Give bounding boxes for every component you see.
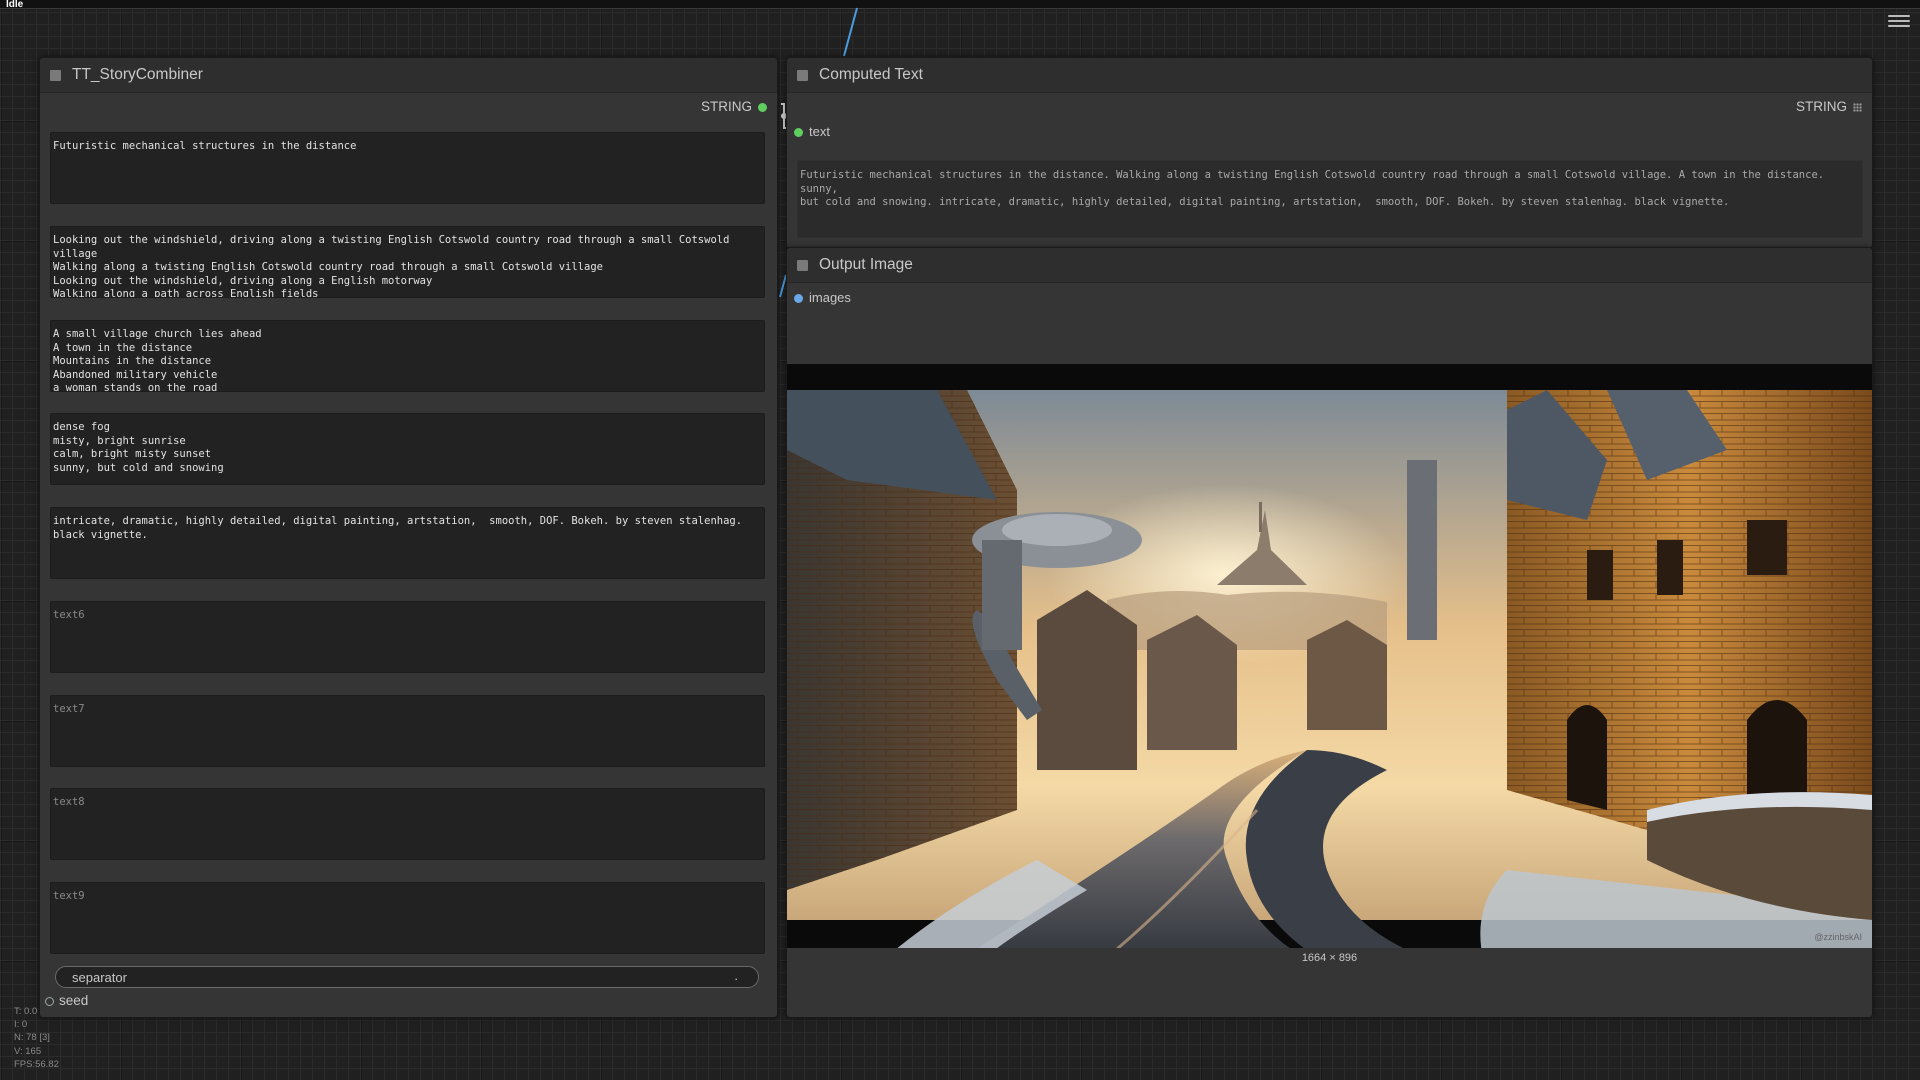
separator-input[interactable]: separator .: [55, 966, 759, 988]
computed-text-display: Futuristic mechanical structures in the …: [797, 160, 1863, 238]
output-dot-icon[interactable]: [758, 102, 767, 112]
grid-output-icon[interactable]: [1853, 102, 1862, 112]
stat-line: FPS:56.82: [14, 1058, 59, 1070]
image-watermark: @zzinbskAI: [1814, 932, 1862, 942]
text4-field[interactable]: dense fog misty, bright sunrise calm, br…: [50, 413, 765, 485]
stat-line: N: 78 [3]: [14, 1032, 50, 1044]
text7-field[interactable]: text7: [50, 695, 765, 767]
computed-text-titlebar[interactable]: Computed Text: [787, 58, 1872, 93]
images-input-slot[interactable]: images: [794, 290, 851, 305]
story-combiner-titlebar[interactable]: TT_StoryCombiner: [40, 58, 777, 93]
output-image-titlebar[interactable]: Output Image: [787, 248, 1872, 283]
generated-village-image: @zzinbskAI: [787, 364, 1872, 948]
canvas-stats: T: 0.0 I: 0 N: 78 [3] V: 165 FPS:56.82: [14, 1005, 59, 1071]
input-dot-icon[interactable]: [794, 128, 803, 138]
menu-icon[interactable]: [1888, 12, 1910, 32]
text3-field[interactable]: A small village church lies ahead A town…: [50, 320, 765, 392]
output-image-preview[interactable]: @zzinbskAI: [787, 364, 1872, 948]
output-label: STRING: [700, 99, 752, 114]
text-input-slot[interactable]: text: [794, 124, 830, 139]
input-label: images: [809, 290, 851, 305]
story-combiner-node[interactable]: TT_StoryCombiner STRING Futuristic mecha…: [39, 57, 778, 1018]
string-output-slot[interactable]: STRING: [1796, 99, 1862, 114]
text9-field[interactable]: text9: [50, 882, 765, 954]
image-dimensions-label: 1664 × 896: [1301, 952, 1358, 964]
computed-text-node[interactable]: Computed Text STRING text Futuristic mec…: [786, 57, 1873, 249]
separator-value: .: [734, 968, 738, 983]
string-output-slot[interactable]: STRING: [701, 99, 767, 114]
image-link: [843, 7, 858, 57]
text1-field[interactable]: Futuristic mechanical structures in the …: [50, 132, 765, 204]
separator-label: separator: [72, 970, 127, 985]
output-label: STRING: [1795, 99, 1847, 114]
input-dot-icon[interactable]: [794, 294, 803, 304]
text2-field[interactable]: Looking out the windshield, driving alon…: [50, 226, 765, 298]
queue-status: Idle: [6, 0, 24, 10]
seed-label: seed: [59, 993, 89, 1008]
text6-field[interactable]: text6: [50, 601, 765, 673]
text5-field[interactable]: intricate, dramatic, highly detailed, di…: [50, 507, 765, 579]
stat-line: T: 0.0: [14, 1006, 38, 1017]
output-image-node[interactable]: Output Image images @zzinbskAI 1664 × 89…: [786, 247, 1873, 1018]
node-title: Output Image: [819, 256, 913, 273]
top-status-bar: Idle: [0, 0, 1920, 10]
collapse-toggle-icon[interactable]: [50, 70, 61, 81]
collapse-toggle-icon[interactable]: [797, 260, 808, 271]
stat-line: I: 0: [14, 1019, 28, 1031]
node-title: Computed Text: [819, 66, 923, 83]
node-title: TT_StoryCombiner: [72, 66, 203, 83]
text8-field[interactable]: text8: [50, 788, 765, 860]
collapse-toggle-icon[interactable]: [797, 70, 808, 81]
input-label: text: [809, 124, 830, 139]
stat-line: V: 165: [14, 1045, 42, 1057]
